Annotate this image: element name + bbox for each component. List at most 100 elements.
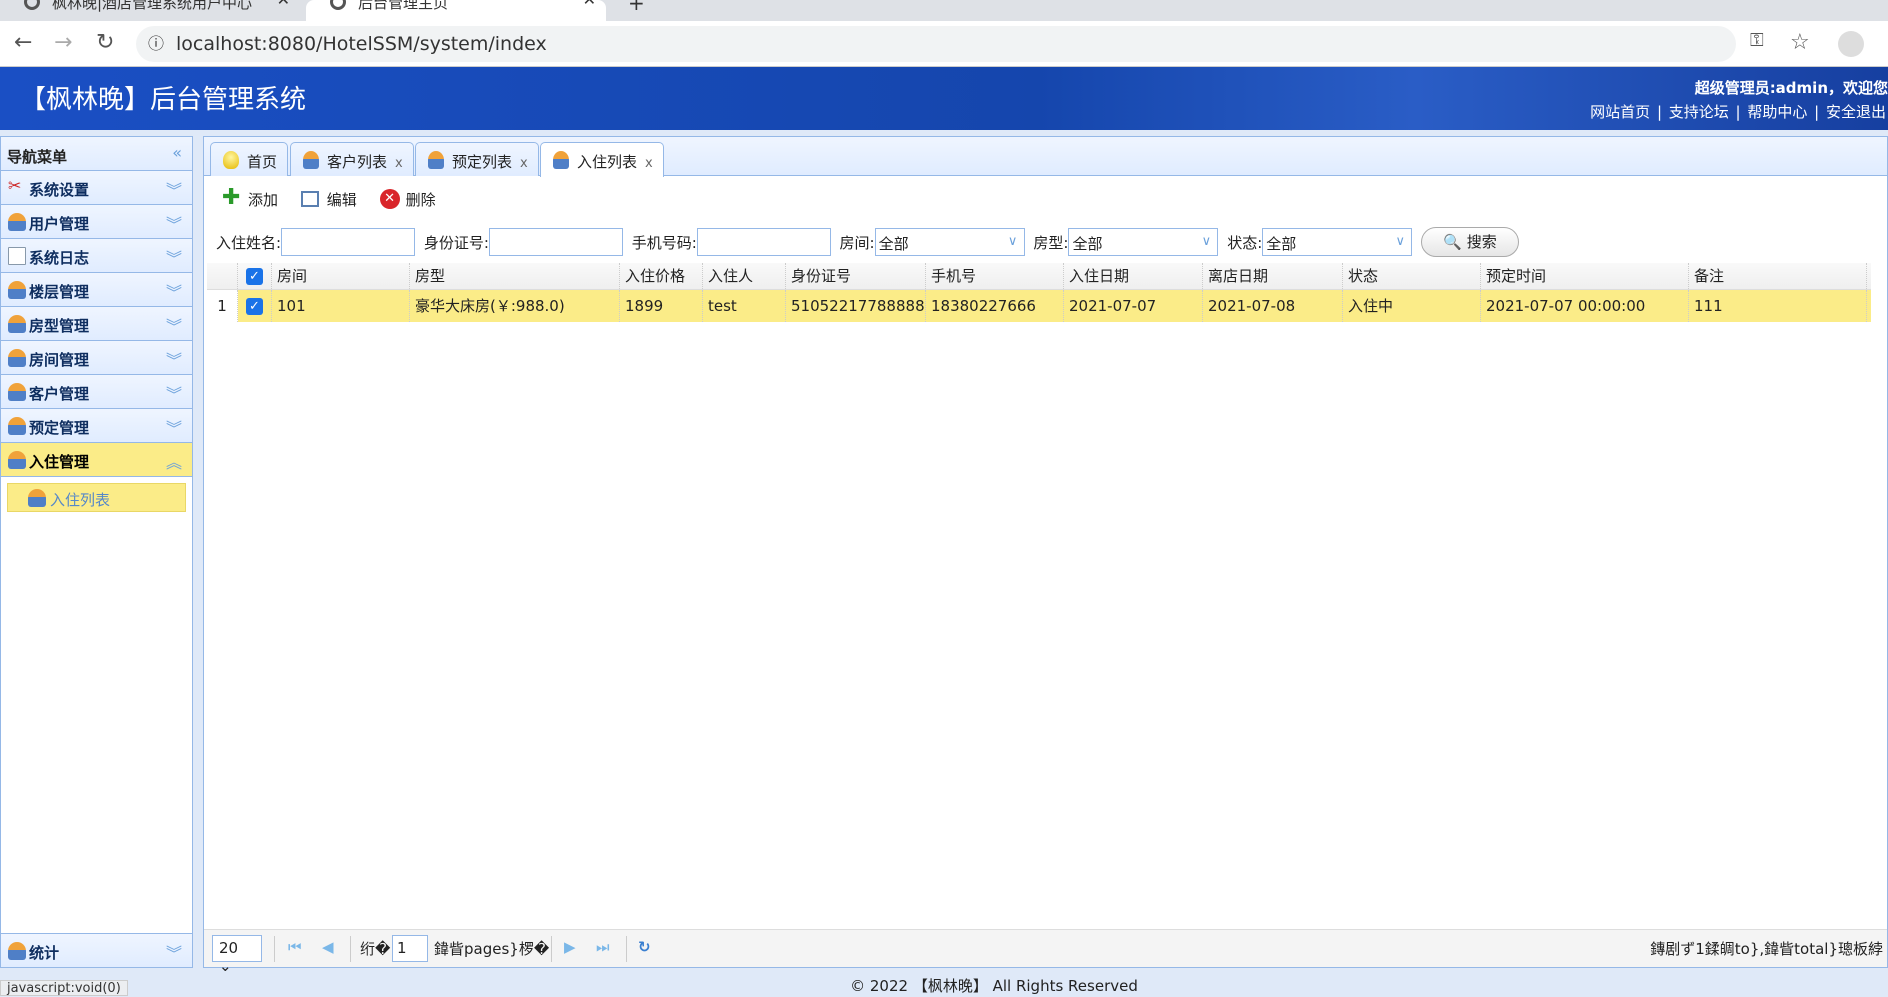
user-icon xyxy=(8,383,26,401)
user-icon xyxy=(303,151,319,169)
sidebar-item-stats[interactable]: 统计 ︾ xyxy=(1,933,192,967)
profile-icon[interactable] xyxy=(1838,31,1864,57)
tab-bar: 首页 客户列表 x 预定列表 x 入住列表 x xyxy=(204,137,1887,177)
browser-tab-active[interactable]: 后台管理主页✕ xyxy=(306,0,606,21)
column-header[interactable]: 手机号 xyxy=(926,263,1064,289)
table-row[interactable]: 1 ✓ 101 豪华大床房(￥:988.0) 1899 test 5105221778888… xyxy=(207,290,1871,322)
sidebar-item-bookings[interactable]: 预定管理 ︾ xyxy=(1,409,192,443)
table-cell: 51052217788888 xyxy=(786,290,926,322)
edit-icon xyxy=(300,191,319,207)
pagination-info: 鏄剧ず1鍒皗to},鍏眥total}璁板綍 xyxy=(1650,940,1883,958)
link-home[interactable]: 网站首页 xyxy=(1590,103,1650,121)
id-number-input[interactable] xyxy=(488,228,623,256)
sidebar-subitem-checkin-list[interactable]: 入住列表 xyxy=(7,483,186,512)
column-header[interactable]: 备注 xyxy=(1689,263,1867,289)
column-header[interactable]: 身份证号 xyxy=(786,263,926,289)
table-cell: 2021-07-07 00:00:00 xyxy=(1481,290,1689,322)
grid-header: ✓ 房间 房型 入住价格 入住人 身份证号 手机号 入住日期 离店日期 状态 预定时间 备注 xyxy=(207,263,1871,290)
sidebar-item-checkin[interactable]: 入住管理 ︽ xyxy=(1,443,192,477)
reload-icon[interactable]: ↻ xyxy=(96,30,114,55)
page-size-select[interactable]: 20 ⌄ xyxy=(212,935,262,975)
user-icon xyxy=(553,151,569,169)
table-cell: 111 xyxy=(1689,290,1867,322)
column-header[interactable]: 入住人 xyxy=(703,263,786,289)
user-icon xyxy=(428,151,444,169)
header-links: 网站首页 | 支持论坛 | 帮助中心 | 安全退出 xyxy=(1590,103,1886,121)
row-number-header xyxy=(207,263,238,289)
column-header[interactable]: 离店日期 xyxy=(1203,263,1343,289)
close-icon[interactable]: ✕ xyxy=(583,0,596,8)
tab-checkin-list[interactable]: 入住列表 x xyxy=(540,142,664,177)
user-icon xyxy=(8,349,26,367)
chevron-down-icon: ∨ xyxy=(1007,234,1018,249)
forward-icon[interactable]: → xyxy=(54,30,72,55)
name-input[interactable] xyxy=(281,228,416,256)
chevron-down-icon: ︾ xyxy=(165,385,182,404)
info-icon: ⓘ xyxy=(148,34,165,53)
browser-tab[interactable]: 枫林晚|酒店管理系统用户中心✕ xyxy=(0,0,300,21)
close-icon[interactable]: x xyxy=(645,156,653,171)
column-header[interactable]: 预定时间 xyxy=(1481,263,1689,289)
star-icon[interactable]: ☆ xyxy=(1790,30,1810,55)
delete-icon: ✕ xyxy=(379,189,400,209)
select-all-checkbox[interactable]: ✓ xyxy=(238,263,272,289)
first-page-icon[interactable]: ⏮ xyxy=(288,938,302,956)
tab-booking-list[interactable]: 预定列表 x xyxy=(415,142,539,176)
main-panel: 首页 客户列表 x 预定列表 x 入住列表 x ✚ 添加 编辑 ✕ 删除 入住姓名: 身份… xyxy=(203,136,1888,975)
sidebar-item-rooms[interactable]: 房间管理 ︾ xyxy=(1,341,192,375)
globe-icon xyxy=(330,0,346,10)
close-icon[interactable]: ✕ xyxy=(277,0,290,8)
chevron-down-icon: ︾ xyxy=(165,419,182,438)
chevron-up-icon: ︽ xyxy=(165,453,182,472)
column-header[interactable]: 入住价格 xyxy=(620,263,703,289)
table-cell: 入住中 xyxy=(1343,290,1481,322)
prev-page-icon[interactable]: ◀ xyxy=(322,938,334,956)
last-page-icon[interactable]: ⏭ xyxy=(596,938,610,956)
room-select[interactable]: 全部 ∨ xyxy=(874,228,1025,256)
globe-icon xyxy=(24,0,40,10)
sidebar-item-floors[interactable]: 楼层管理 ︾ xyxy=(1,273,192,307)
column-header[interactable]: 房型 xyxy=(410,263,620,289)
chevron-down-icon: ︾ xyxy=(165,215,182,234)
refresh-icon[interactable]: ↻ xyxy=(638,938,651,956)
app-title: 【枫林晚】后台管理系统 xyxy=(20,85,307,115)
search-filter-bar: 入住姓名: 身份证号: 手机号码: 房间: 全部 ∨ 房型: 全部 ∨ 状态: 全部 ∨ 🔍… xyxy=(216,227,1520,257)
chevron-down-icon: ︾ xyxy=(165,181,182,200)
welcome-text: 超级管理员:admin，欢迎您 xyxy=(1694,79,1888,97)
sidebar-item-customers[interactable]: 客户管理 ︾ xyxy=(1,375,192,409)
search-button[interactable]: 🔍 搜索 xyxy=(1421,227,1520,257)
sidebar-item-room-types[interactable]: 房型管理 ︾ xyxy=(1,307,192,341)
column-header[interactable]: 房间 xyxy=(272,263,410,289)
room-type-select[interactable]: 全部 ∨ xyxy=(1068,228,1219,256)
sidebar-item-users[interactable]: 用户管理 ︾ xyxy=(1,205,192,239)
edit-button[interactable]: 编辑 xyxy=(300,189,357,210)
chevron-down-icon: ︾ xyxy=(165,317,182,336)
url-input[interactable]: ⓘ localhost:8080/HotelSSM/system/index xyxy=(136,26,1736,62)
close-icon[interactable]: x xyxy=(520,156,528,171)
column-header[interactable]: 状态 xyxy=(1343,263,1481,289)
link-help[interactable]: 帮助中心 xyxy=(1747,103,1807,121)
link-forum[interactable]: 支持论坛 xyxy=(1669,103,1729,121)
user-icon xyxy=(8,417,26,435)
back-icon[interactable]: ← xyxy=(14,30,32,55)
chevron-down-icon: ︾ xyxy=(165,283,182,302)
toolbar: ✚ 添加 编辑 ✕ 删除 xyxy=(222,187,454,219)
sidebar-item-logs[interactable]: 系统日志 ︾ xyxy=(1,239,192,273)
column-header[interactable]: 入住日期 xyxy=(1064,263,1203,289)
row-checkbox[interactable]: ✓ xyxy=(238,290,272,322)
delete-button[interactable]: ✕ 删除 xyxy=(379,189,436,210)
tab-home[interactable]: 首页 xyxy=(210,142,289,176)
next-page-icon[interactable]: ▶ xyxy=(564,938,576,956)
status-select[interactable]: 全部 ∨ xyxy=(1262,228,1413,256)
page-number-input[interactable]: 1 xyxy=(392,935,428,962)
browser-tab-strip: 枫林晚|酒店管理系统用户中心✕ 后台管理主页✕ + xyxy=(0,0,1888,21)
sidebar-item-system[interactable]: ✂ 系统设置 ︾ xyxy=(1,171,192,205)
link-logout[interactable]: 安全退出 xyxy=(1826,103,1886,121)
phone-input[interactable] xyxy=(696,228,831,256)
collapse-icon[interactable]: « xyxy=(172,143,182,162)
new-tab-button[interactable]: + xyxy=(616,0,656,21)
add-button[interactable]: ✚ 添加 xyxy=(222,187,278,210)
key-icon[interactable]: ⚿ xyxy=(1750,30,1764,51)
close-icon[interactable]: x xyxy=(395,156,403,171)
tab-customer-list[interactable]: 客户列表 x xyxy=(290,142,414,176)
